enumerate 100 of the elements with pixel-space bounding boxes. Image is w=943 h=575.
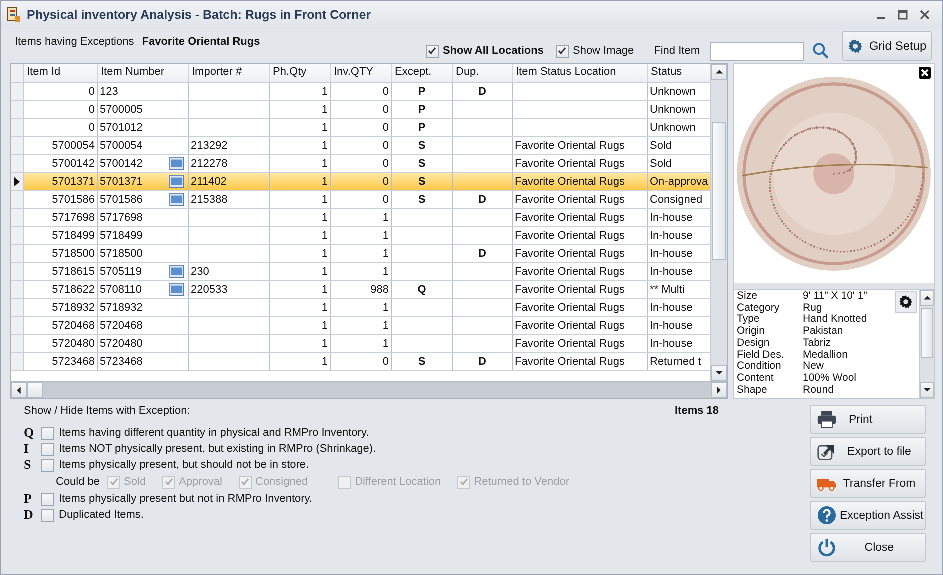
column-header[interactable]: Dup. bbox=[453, 64, 513, 82]
checkbox[interactable] bbox=[556, 44, 569, 58]
table-cell: In-house bbox=[650, 338, 693, 350]
printer-icon bbox=[817, 410, 837, 429]
gear-icon bbox=[898, 294, 914, 310]
checkbox[interactable] bbox=[426, 44, 439, 58]
down-arrow-icon bbox=[714, 370, 724, 376]
checkbox-label: Approval bbox=[179, 476, 222, 488]
left-arrow-icon bbox=[16, 386, 22, 394]
column-header[interactable]: Except. bbox=[392, 64, 453, 82]
checkbox[interactable] bbox=[41, 492, 54, 506]
table-cell: 213292 bbox=[191, 140, 228, 152]
scroll-thumb[interactable] bbox=[921, 308, 933, 358]
exception-code: I bbox=[24, 441, 30, 457]
scroll-right-button[interactable] bbox=[711, 382, 727, 398]
image-icon[interactable] bbox=[169, 283, 185, 296]
table-cell: Favorite Oriental Rugs bbox=[515, 140, 626, 152]
table-cell: 5717698 bbox=[100, 212, 143, 224]
checkbox[interactable] bbox=[41, 426, 54, 440]
detail-value: Rug bbox=[803, 302, 822, 314]
detail-value: New bbox=[803, 361, 824, 373]
checkbox-label: Returned to Vendor bbox=[474, 476, 570, 488]
close-button[interactable]: Close bbox=[810, 533, 926, 562]
scroll-up-button[interactable] bbox=[920, 290, 934, 306]
table-cell: 5720480 bbox=[52, 338, 95, 350]
scroll-down-button[interactable] bbox=[920, 382, 934, 398]
table-cell: 5700054 bbox=[52, 140, 95, 152]
table-cell: 5700005 bbox=[100, 104, 143, 116]
table-cell: 1 bbox=[382, 302, 389, 314]
checkbox[interactable] bbox=[41, 442, 54, 456]
table-cell: 1 bbox=[382, 248, 389, 260]
image-icon[interactable] bbox=[169, 265, 185, 278]
help-icon bbox=[817, 506, 837, 525]
table-cell: Favorite Oriental Rugs bbox=[515, 338, 626, 350]
checkbox[interactable] bbox=[41, 458, 54, 472]
table-cell: 5718932 bbox=[100, 302, 143, 314]
checkbox[interactable] bbox=[41, 508, 54, 522]
image-icon[interactable] bbox=[169, 193, 185, 206]
table-cell: P bbox=[418, 104, 426, 116]
table-cell: 5718499 bbox=[100, 230, 143, 242]
column-header[interactable]: Inv.QTY bbox=[331, 64, 392, 82]
scroll-thumb[interactable] bbox=[27, 382, 43, 398]
table-cell: S bbox=[418, 158, 426, 170]
option-label: Show Image bbox=[572, 45, 634, 57]
detail-label: Condition bbox=[737, 361, 782, 373]
table-cell: Favorite Oriental Rugs bbox=[515, 230, 626, 242]
table-cell: 211402 bbox=[191, 176, 227, 188]
scroll-left-button[interactable] bbox=[11, 382, 27, 398]
table-cell: 5701586 bbox=[52, 194, 95, 206]
table-cell: Returned t bbox=[650, 356, 702, 368]
table-cell: 5718499 bbox=[52, 230, 95, 242]
assist-button[interactable]: Exception Assist bbox=[810, 501, 926, 530]
image-icon[interactable] bbox=[169, 157, 185, 170]
table-cell: 5720468 bbox=[52, 320, 95, 332]
table-cell: Unknown bbox=[650, 104, 696, 116]
table-cell: 5718500 bbox=[100, 248, 143, 260]
image-icon[interactable] bbox=[169, 175, 185, 188]
column-header[interactable]: Ph.Qty bbox=[270, 64, 331, 82]
search-icon[interactable] bbox=[812, 42, 830, 60]
detail-value: Round bbox=[803, 384, 834, 396]
table-cell: 5701012 bbox=[100, 122, 143, 134]
table-cell: 5700054 bbox=[100, 140, 143, 152]
settings-button[interactable] bbox=[895, 291, 917, 313]
column-header[interactable]: Item Id bbox=[24, 64, 98, 82]
table-cell: 212278 bbox=[191, 158, 228, 170]
scroll-up-button[interactable] bbox=[711, 64, 727, 80]
grid-setup-button[interactable]: Grid Setup bbox=[842, 31, 932, 61]
table-cell: Sold bbox=[650, 158, 672, 170]
option-label: Show All Locations bbox=[442, 45, 544, 57]
column-header[interactable]: Importer # bbox=[189, 64, 270, 82]
table-cell: 0 bbox=[88, 122, 95, 134]
export-button[interactable]: Export to file bbox=[810, 437, 926, 466]
table-cell: 5720480 bbox=[100, 338, 143, 350]
horizontal-scrollbar[interactable] bbox=[11, 381, 727, 398]
column-header[interactable]: Item Status Location bbox=[513, 64, 648, 82]
table-cell: 1 bbox=[322, 338, 328, 350]
exception-code: D bbox=[24, 507, 34, 523]
table-cell: 5700142 bbox=[52, 158, 95, 170]
table-cell: 5717698 bbox=[52, 212, 95, 224]
maximize-icon[interactable] bbox=[898, 10, 908, 20]
print-button[interactable]: Print bbox=[810, 405, 926, 434]
exception-code: Q bbox=[24, 425, 36, 441]
vertical-scrollbar[interactable] bbox=[710, 64, 727, 381]
gear-icon bbox=[847, 38, 864, 54]
column-header[interactable]: Item Number bbox=[98, 64, 189, 82]
exceptions-label: Items having Exceptions bbox=[15, 36, 134, 48]
scroll-thumb[interactable] bbox=[712, 122, 726, 260]
find-field[interactable] bbox=[710, 42, 804, 60]
table-cell: 0 bbox=[382, 104, 389, 116]
close-image-icon[interactable] bbox=[919, 67, 931, 79]
table-cell: D bbox=[478, 86, 486, 98]
table-cell: 1 bbox=[322, 266, 328, 278]
transfer-button[interactable]: Transfer From bbox=[810, 469, 926, 498]
table-cell: 1 bbox=[322, 176, 328, 188]
vertical-scrollbar[interactable] bbox=[919, 290, 934, 398]
row-header[interactable] bbox=[11, 173, 24, 190]
scroll-down-button[interactable] bbox=[711, 365, 727, 381]
up-arrow-icon bbox=[714, 69, 724, 75]
close-icon[interactable] bbox=[920, 10, 930, 20]
table-cell: 1 bbox=[322, 194, 328, 206]
